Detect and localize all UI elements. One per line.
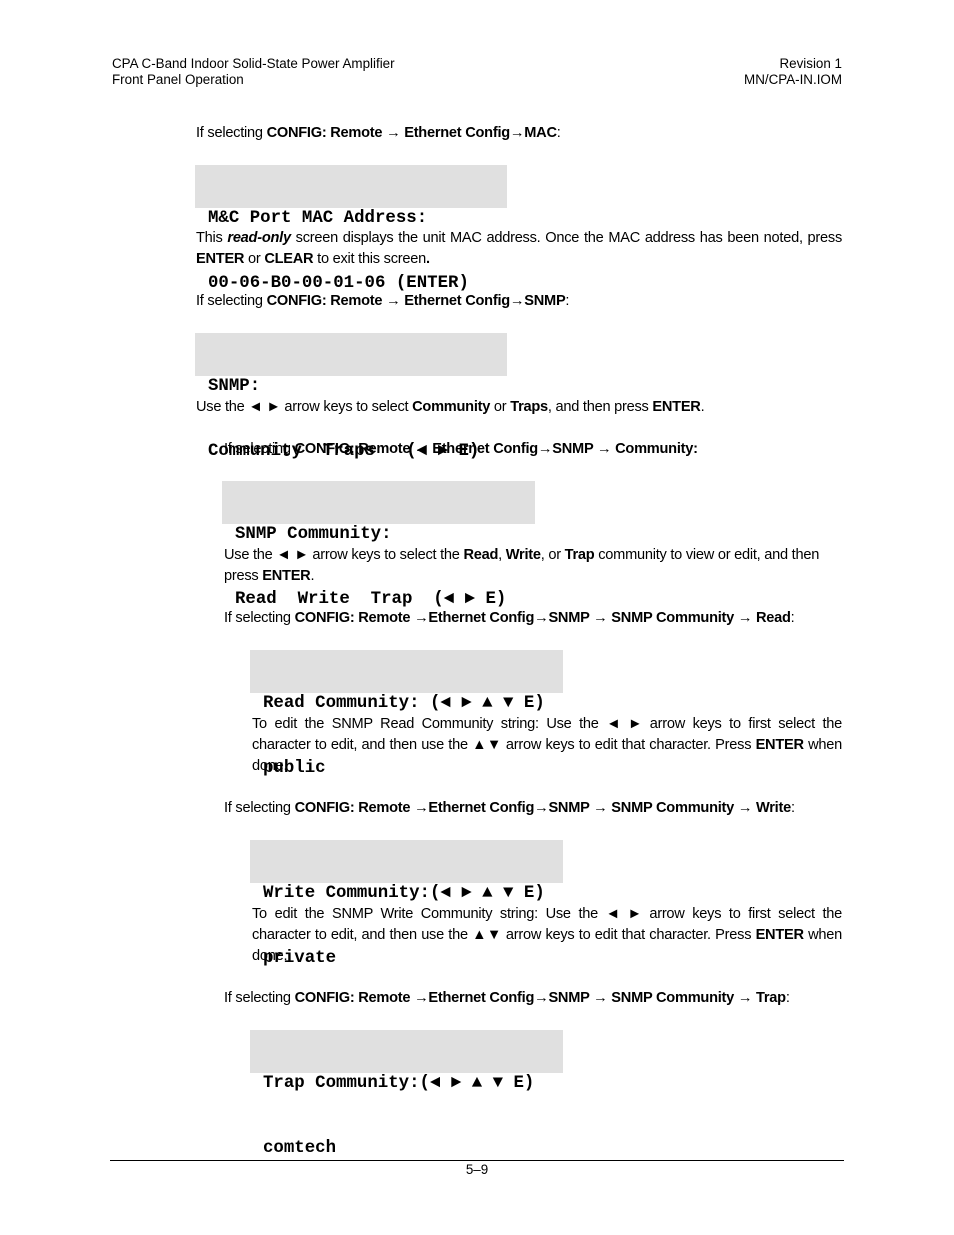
mac-intro: If selecting CONFIG: Remote → Ethernet C… bbox=[196, 125, 561, 141]
read-description: To edit the SNMP Read Community string: … bbox=[252, 716, 842, 774]
lcd-screen-trap-community: Trap Community:(◄ ► ▲ ▼ E) comtech bbox=[250, 1030, 563, 1158]
lcd-line-1: SNMP: bbox=[208, 377, 261, 396]
community-description: Use the ◄ ► arrow keys to select the Rea… bbox=[224, 547, 820, 584]
lcd-line-1: SNMP Community: bbox=[235, 525, 392, 544]
trap-intro: If selecting CONFIG: Remote →Ethernet Co… bbox=[224, 990, 790, 1006]
menu-path: CONFIG: Remote → Ethernet Config→SNMP bbox=[266, 293, 566, 309]
lcd-line-1: M&C Port MAC Address: bbox=[208, 209, 428, 228]
community-intro: If selecting CONFIG: Remote → Ethernet C… bbox=[224, 441, 698, 457]
write-intro: If selecting CONFIG: Remote →Ethernet Co… bbox=[224, 800, 795, 816]
menu-path: CONFIG: Remote →Ethernet Config→SNMP → S… bbox=[294, 990, 786, 1006]
document-header-right: Revision 1 MN/CPA-IN.IOM bbox=[744, 56, 842, 88]
footer-divider bbox=[110, 1160, 844, 1161]
mac-description: This read-only screen displays the unit … bbox=[196, 230, 842, 267]
read-intro: If selecting CONFIG: Remote →Ethernet Co… bbox=[224, 610, 795, 626]
lcd-line-2: Read Write Trap (◄ ► E) bbox=[235, 589, 507, 609]
lcd-screen-read-community: Read Community: (◄ ► ▲ ▼ E) public bbox=[250, 650, 563, 778]
lcd-line-1: Write Community:(◄ ► ▲ ▼ E) bbox=[263, 884, 545, 903]
menu-path: CONFIG: Remote → Ethernet Config→MAC bbox=[266, 125, 557, 141]
revision-label: Revision 1 bbox=[779, 56, 842, 71]
page-number: 5–9 bbox=[465, 1162, 489, 1177]
document-header-left: CPA C-Band Indoor Solid-State Power Ampl… bbox=[112, 56, 395, 88]
lcd-line-1: Trap Community:(◄ ► ▲ ▼ E) bbox=[263, 1074, 535, 1093]
write-description: To edit the SNMP Write Community string:… bbox=[252, 906, 842, 964]
document-title: CPA C-Band Indoor Solid-State Power Ampl… bbox=[112, 56, 395, 71]
chapter-title: Front Panel Operation bbox=[112, 72, 244, 87]
lcd-line-2: comtech bbox=[263, 1138, 337, 1158]
menu-path: CONFIG: Remote →Ethernet Config→SNMP → S… bbox=[294, 610, 791, 626]
lcd-screen-community: SNMP Community: Read Write Trap (◄ ► E) bbox=[222, 481, 535, 609]
menu-path: CONFIG: Remote →Ethernet Config→SNMP → S… bbox=[294, 800, 792, 816]
lcd-screen-snmp: SNMP: Community Traps (◄ ► E) bbox=[195, 333, 507, 461]
document-number: MN/CPA-IN.IOM bbox=[744, 72, 842, 87]
snmp-intro: If selecting CONFIG: Remote → Ethernet C… bbox=[196, 293, 570, 309]
lcd-screen-write-community: Write Community:(◄ ► ▲ ▼ E) private bbox=[250, 840, 563, 968]
lcd-line-1: Read Community: (◄ ► ▲ ▼ E) bbox=[263, 694, 545, 713]
lcd-screen-mac: M&C Port MAC Address: 00-06-B0-00-01-06 … bbox=[195, 165, 507, 293]
snmp-description: Use the ◄ ► arrow keys to select Communi… bbox=[196, 399, 705, 415]
menu-path: CONFIG: Remote → Ethernet Config→SNMP → … bbox=[294, 441, 698, 457]
